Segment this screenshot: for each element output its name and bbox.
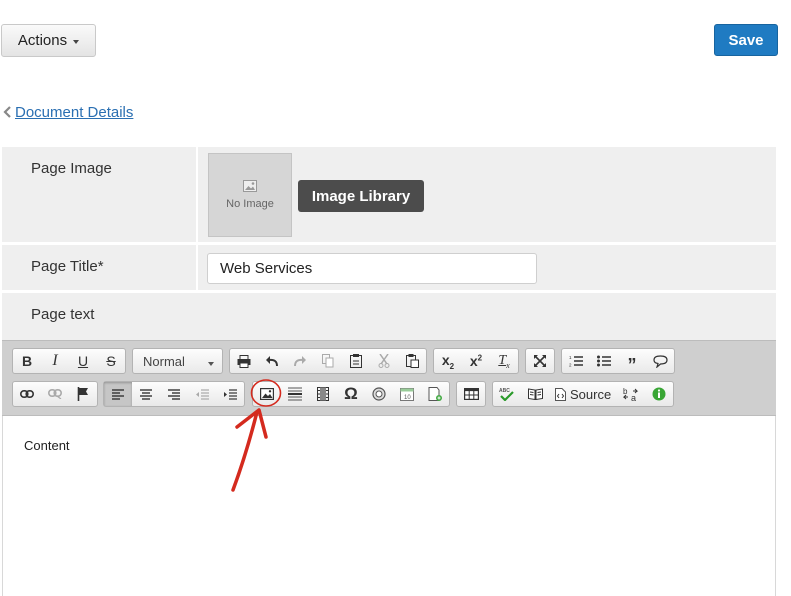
insert-group: Ω 10 [252, 381, 450, 407]
unlink-icon[interactable] [41, 382, 69, 406]
format-value: Normal [143, 353, 185, 369]
caret-down-icon [208, 362, 214, 366]
info-icon[interactable] [645, 382, 673, 406]
format-select[interactable]: Normal [132, 348, 223, 374]
link-icon[interactable] [13, 382, 41, 406]
editor-content-text: Content [24, 438, 70, 453]
svg-text:2: 2 [569, 363, 572, 368]
iframe-icon[interactable] [365, 382, 393, 406]
svg-text:1: 1 [569, 355, 572, 360]
maximize-icon[interactable] [526, 349, 554, 373]
clipboard-group [229, 348, 427, 374]
source-button[interactable]: Source [549, 382, 617, 406]
svg-text:ABC: ABC [499, 388, 510, 394]
book-icon[interactable] [521, 382, 549, 406]
print-icon[interactable] [230, 349, 258, 373]
align-center-icon[interactable] [132, 382, 160, 406]
calendar-icon[interactable]: 10 [393, 382, 421, 406]
omega-icon[interactable]: Ω [337, 382, 365, 406]
superscript-icon[interactable]: x2 [462, 349, 490, 373]
document-details-link[interactable]: Document Details [15, 104, 133, 121]
table-group [456, 381, 486, 407]
bullet-list-icon[interactable] [590, 349, 618, 373]
actions-label: Actions [17, 32, 68, 49]
image-icon[interactable] [253, 382, 281, 406]
italic-icon[interactable]: I [41, 349, 69, 373]
outdent-icon[interactable] [188, 382, 216, 406]
bold-icon[interactable]: B [13, 349, 41, 373]
chevron-left-icon [0, 102, 14, 122]
svg-text:b: b [623, 387, 628, 396]
misc-group: ABC Source ba [492, 381, 675, 407]
subscript-icon[interactable]: x2 [434, 349, 462, 373]
row-divider [196, 147, 198, 242]
film-icon[interactable] [309, 382, 337, 406]
copy-icon[interactable] [314, 349, 342, 373]
save-button[interactable]: Save [714, 24, 778, 56]
image-placeholder-icon [243, 180, 257, 192]
page-text-row: Page text [2, 293, 776, 340]
source-label: Source [570, 386, 612, 402]
anchor-flag-icon[interactable] [69, 382, 97, 406]
breadcrumb: Document Details [0, 102, 133, 122]
align-left-icon[interactable] [104, 382, 132, 406]
image-library-button[interactable]: Image Library [298, 180, 424, 212]
paste-icon[interactable] [342, 349, 370, 373]
indent-icon[interactable] [216, 382, 244, 406]
horizontal-line-icon[interactable] [281, 382, 309, 406]
script-group: x2 x2 Tx [433, 348, 519, 374]
page-image-label: Page Image [31, 160, 112, 177]
page-image-placeholder: No Image [208, 153, 292, 237]
page-text-label: Page text [31, 306, 95, 323]
svg-text:a: a [631, 393, 636, 402]
redo-icon[interactable] [286, 349, 314, 373]
language-direction-icon[interactable]: ba [617, 382, 645, 406]
blockquote-icon[interactable]: ” [618, 349, 646, 374]
row-divider [196, 245, 198, 290]
list-group: 12 ” [561, 348, 675, 374]
actions-dropdown-button[interactable]: Actions [1, 24, 96, 57]
cut-icon[interactable] [370, 349, 398, 373]
align-right-icon[interactable] [160, 382, 188, 406]
strikethrough-icon[interactable]: S [97, 349, 125, 373]
link-group [12, 381, 98, 407]
comment-icon[interactable] [646, 349, 674, 373]
paste-text-icon[interactable] [398, 349, 426, 373]
undo-icon[interactable] [258, 349, 286, 373]
numbered-list-icon[interactable]: 12 [562, 349, 590, 373]
align-group [103, 381, 245, 407]
spellcheck-icon[interactable]: ABC [493, 382, 521, 406]
remove-format-icon[interactable]: Tx [490, 349, 518, 373]
caret-down-icon [73, 39, 80, 44]
page-title-label: Page Title* [31, 258, 104, 275]
editor-toolbar: B I U S Normal x2 x2 Tx 1 2 ” Ω 10 ABC S… [2, 340, 776, 416]
page-title-input[interactable] [207, 253, 537, 284]
table-icon[interactable] [457, 382, 485, 406]
no-image-text: No Image [226, 198, 274, 210]
underline-icon[interactable]: U [69, 349, 97, 373]
basic-styles-group: B I U S [12, 348, 126, 374]
rich-text-editor-area[interactable]: Content [2, 416, 776, 596]
source-icon [555, 387, 566, 401]
svg-text:10: 10 [404, 395, 411, 401]
template-icon[interactable] [421, 382, 449, 406]
tools-group [525, 348, 555, 374]
